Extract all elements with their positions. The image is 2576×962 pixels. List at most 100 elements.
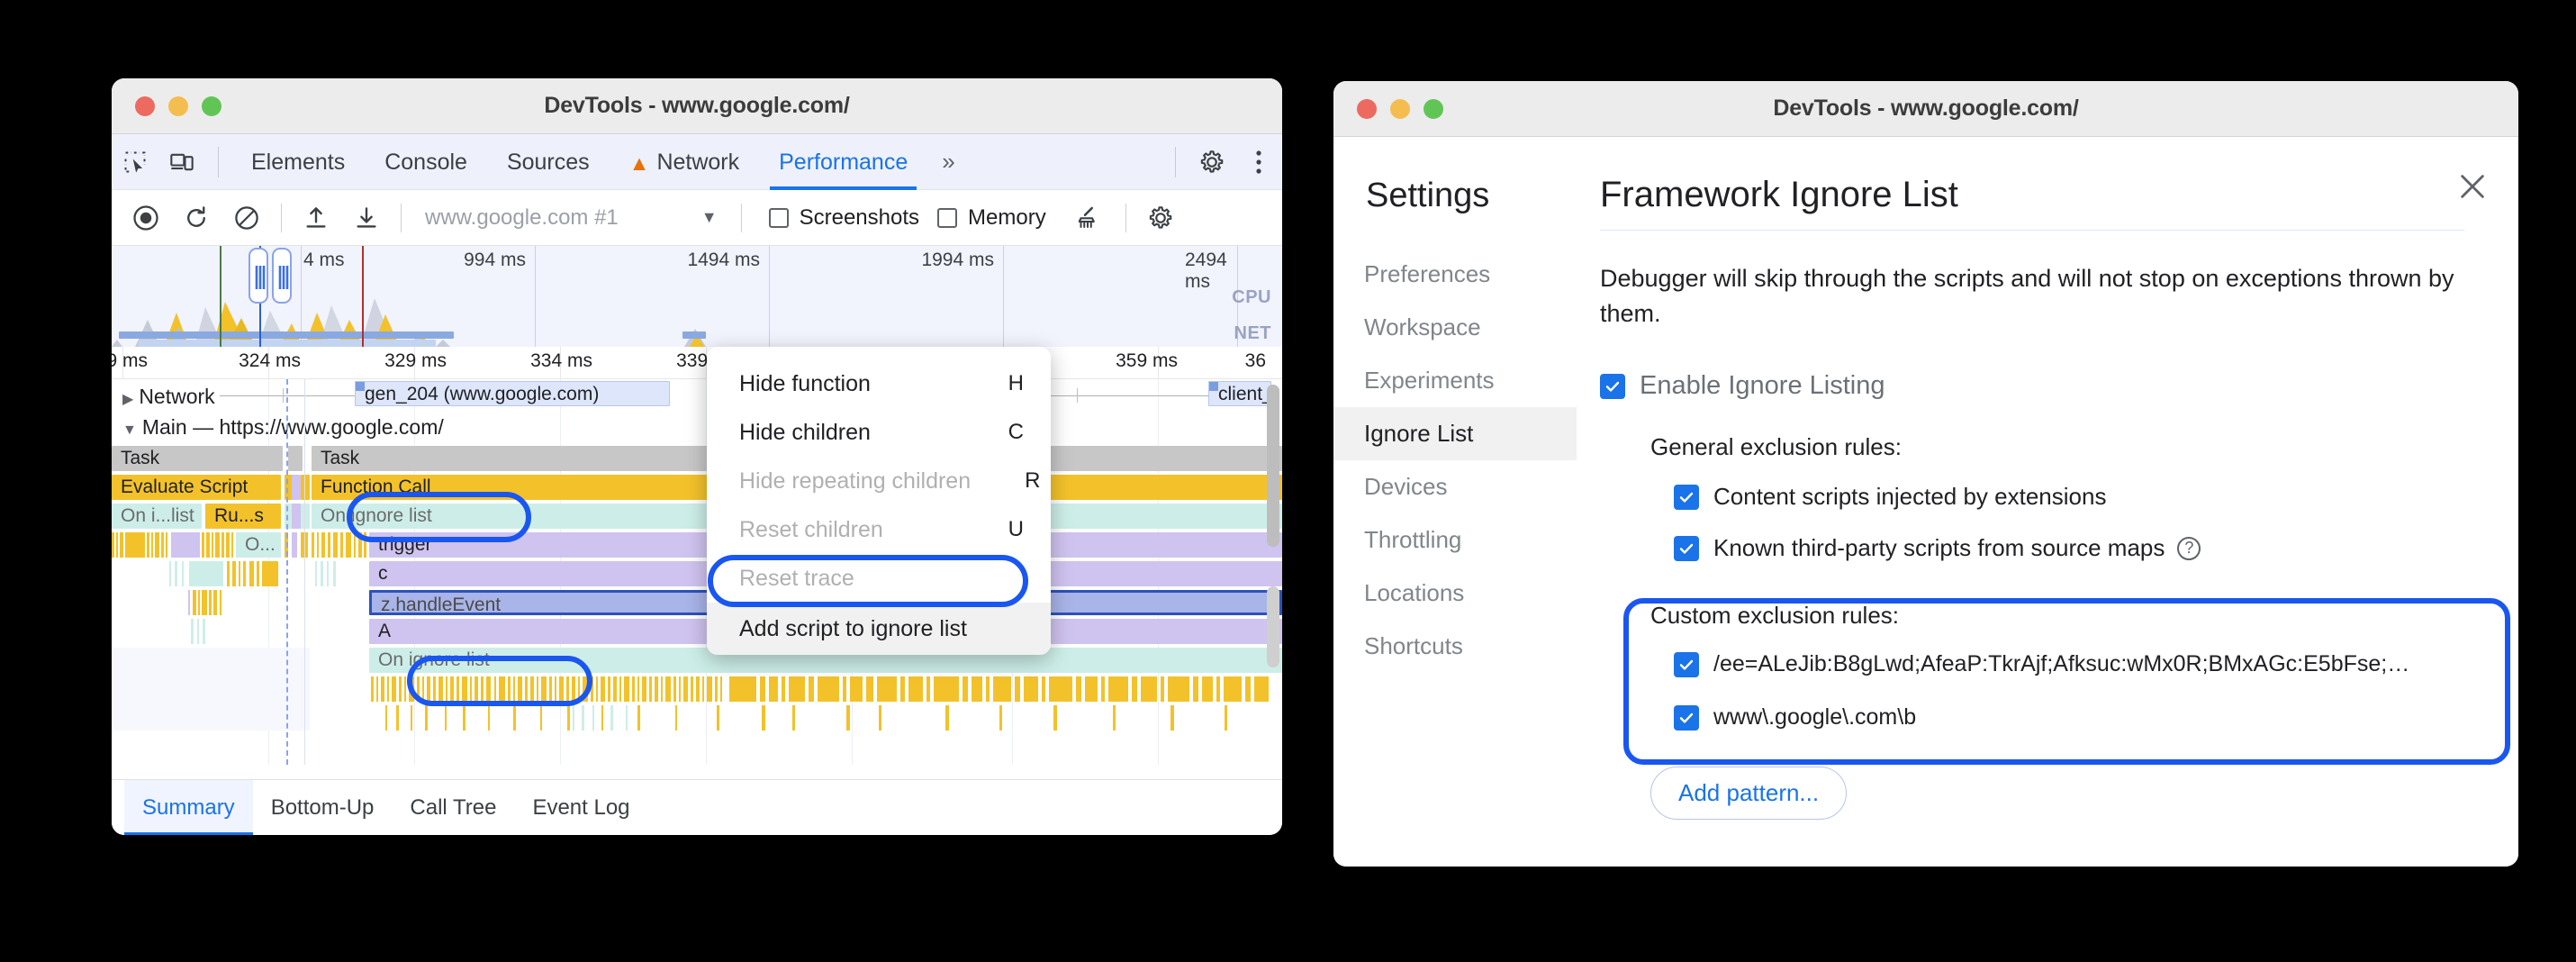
network-event-dot — [356, 382, 365, 391]
context-menu-item-reset-trace: Reset trace — [707, 554, 1051, 603]
flame-chart-scrollbar-2[interactable] — [1267, 586, 1279, 667]
capture-settings-gear-icon[interactable] — [1135, 197, 1186, 239]
tab-bottom-up[interactable]: Bottom-Up — [253, 780, 393, 836]
network-event-bar-2[interactable]: client_ — [1208, 381, 1271, 406]
third-party-checkbox[interactable] — [1674, 536, 1699, 561]
memory-checkbox[interactable] — [937, 208, 957, 228]
sidebar-item-locations[interactable]: Locations — [1333, 567, 1577, 620]
chevron-down-icon[interactable]: ▼ — [701, 208, 718, 227]
flame-bar-micro-6[interactable] — [301, 504, 310, 529]
sidebar-item-shortcuts[interactable]: Shortcuts — [1333, 620, 1577, 673]
download-icon[interactable] — [341, 197, 392, 239]
flame-dense-row-1 — [369, 676, 1282, 702]
three-dot-menu-icon[interactable] — [1235, 141, 1282, 183]
third-party-label: Known third-party scripts from source ma… — [1713, 534, 2165, 562]
broom-icon[interactable] — [1062, 197, 1113, 239]
memory-checkbox-group[interactable]: Memory — [937, 205, 1046, 231]
tab-event-log[interactable]: Event Log — [514, 780, 647, 836]
sidebar-item-experiments[interactable]: Experiments — [1333, 354, 1577, 407]
sidebar-item-workspace[interactable]: Workspace — [1333, 301, 1577, 354]
flame-bar-on-ignore-list-a[interactable]: On i...list — [112, 504, 202, 529]
add-pattern-button[interactable]: Add pattern... — [1650, 767, 1847, 820]
context-menu-item-hide-children[interactable]: Hide children C — [707, 408, 1051, 457]
flame-chart[interactable]: ▶Network gen_204 (www.google.com) client… — [112, 379, 1282, 765]
flame-bar-o-ellipsis[interactable]: O... — [236, 532, 281, 558]
custom-rule-2-checkbox[interactable] — [1674, 705, 1699, 731]
tab-elements[interactable]: Elements — [231, 134, 365, 190]
settings-heading: Settings — [1333, 177, 1577, 215]
chevron-down-icon-main[interactable]: ▼ — [122, 417, 137, 444]
sidebar-item-ignore-list[interactable]: Ignore List — [1333, 407, 1577, 460]
panel-description: Debugger will skip through the scripts a… — [1600, 261, 2464, 331]
flame-bar-evaluate-script[interactable]: Evaluate Script — [112, 475, 281, 500]
timeline-overview[interactable]: 4 ms 994 ms 1494 ms 1994 ms 2494 ms — [112, 246, 1282, 347]
general-rule-content-scripts-row[interactable]: Content scripts injected by extensions — [1674, 483, 2464, 511]
ruler-label-0: 9 ms — [112, 350, 155, 372]
sidebar-item-preferences[interactable]: Preferences — [1333, 248, 1577, 301]
memory-label: Memory — [968, 205, 1046, 231]
context-menu-item-hide-function[interactable]: Hide function H — [707, 359, 1051, 408]
ruler-label-1: 324 ms — [239, 350, 308, 372]
more-tabs-icon[interactable]: » — [927, 148, 969, 176]
upload-icon[interactable] — [291, 197, 341, 239]
content-scripts-checkbox[interactable] — [1674, 485, 1699, 510]
enable-ignore-listing-label: Enable Ignore Listing — [1640, 371, 1885, 401]
tab-sources[interactable]: Sources — [487, 134, 610, 190]
overview-tick-1: 994 ms — [464, 250, 531, 271]
settings-sidebar: Settings Preferences Workspace Experimen… — [1333, 137, 1577, 867]
inspect-element-icon[interactable] — [112, 141, 158, 183]
sidebar-item-devices[interactable]: Devices — [1333, 460, 1577, 513]
performance-record-toolbar: www.google.com #1 ▼ Screenshots Memory — [112, 190, 1282, 246]
devtools-performance-window: DevTools - www.google.com/ Elements Cons… — [112, 78, 1282, 835]
help-icon[interactable]: ? — [2177, 537, 2201, 560]
tab-network[interactable]: ▲Network — [610, 134, 759, 190]
record-icon[interactable] — [121, 197, 171, 239]
screenshots-label: Screenshots — [800, 205, 919, 231]
enable-ignore-listing-checkbox[interactable] — [1600, 374, 1625, 399]
custom-rule-1-label: /ee=ALeJib:B8gLwd;AfeaP:TkrAjf;Afksuc:wM… — [1713, 651, 2409, 677]
tab-console[interactable]: Console — [365, 134, 487, 190]
screenshots-checkbox-group[interactable]: Screenshots — [769, 205, 919, 231]
tab-summary[interactable]: Summary — [124, 780, 253, 836]
overview-net-bar — [339, 331, 454, 339]
tab-console-label: Console — [384, 150, 467, 175]
flame-bar-micro-2[interactable] — [292, 475, 301, 500]
tab-performance[interactable]: Performance — [759, 134, 927, 190]
enable-ignore-listing-row[interactable]: Enable Ignore Listing — [1600, 371, 2464, 401]
flame-bar-run-scripts[interactable]: Ru...s — [205, 504, 281, 529]
flame-bar-micro-5[interactable] — [292, 504, 301, 529]
gear-icon[interactable] — [1189, 141, 1235, 183]
overview-tick-0: 4 ms — [303, 250, 350, 271]
tab-call-tree[interactable]: Call Tree — [392, 780, 514, 836]
toolbar-divider — [218, 147, 219, 177]
ruler-label-5: 359 ms — [1116, 350, 1185, 372]
flame-bar-task-gap[interactable] — [288, 446, 303, 471]
flame-bar-micro-3[interactable] — [301, 475, 310, 500]
flame-bar-task-1[interactable]: Task — [112, 446, 283, 471]
custom-rule-1-checkbox[interactable] — [1674, 652, 1699, 677]
reload-and-record-icon[interactable] — [171, 197, 221, 239]
chevron-right-icon[interactable]: ▶ — [122, 386, 133, 413]
overview-selection-left-handle[interactable] — [249, 248, 268, 304]
overview-marker-red — [362, 246, 364, 347]
profile-select[interactable]: www.google.com #1 — [425, 205, 619, 231]
flame-chart-scrollbar[interactable] — [1267, 385, 1279, 547]
network-event-bar[interactable]: gen_204 (www.google.com) — [355, 381, 670, 406]
devtools-settings-window: DevTools - www.google.com/ Settings Pref… — [1333, 81, 2518, 867]
device-toolbar-icon[interactable] — [158, 141, 205, 183]
general-rule-third-party-row[interactable]: Known third-party scripts from source ma… — [1674, 534, 2464, 562]
performance-detail-tabs: Summary Bottom-Up Call Tree Event Log — [112, 779, 1282, 835]
sidebar-item-throttling[interactable]: Throttling — [1333, 513, 1577, 567]
custom-rule-row-2[interactable]: www\.google\.com\b — [1674, 704, 2464, 731]
overview-selection-right-handle[interactable] — [272, 248, 292, 304]
close-icon[interactable] — [2457, 171, 2488, 208]
record-toolbar-divider-3 — [741, 204, 742, 232]
custom-exclusion-label: Custom exclusion rules: — [1650, 602, 2464, 630]
flame-context-menu[interactable]: Hide function H Hide children C Hide rep… — [707, 347, 1051, 655]
context-menu-item-add-script-to-ignore-list[interactable]: Add script to ignore list — [707, 603, 1051, 655]
custom-rule-2-label: www\.google\.com\b — [1713, 704, 1916, 731]
screenshots-checkbox[interactable] — [769, 208, 789, 228]
custom-rule-row-1[interactable]: /ee=ALeJib:B8gLwd;AfeaP:TkrAjf;Afksuc:wM… — [1674, 651, 2464, 677]
clear-icon[interactable] — [221, 197, 272, 239]
context-menu-item-reset-children: Reset children U — [707, 505, 1051, 554]
